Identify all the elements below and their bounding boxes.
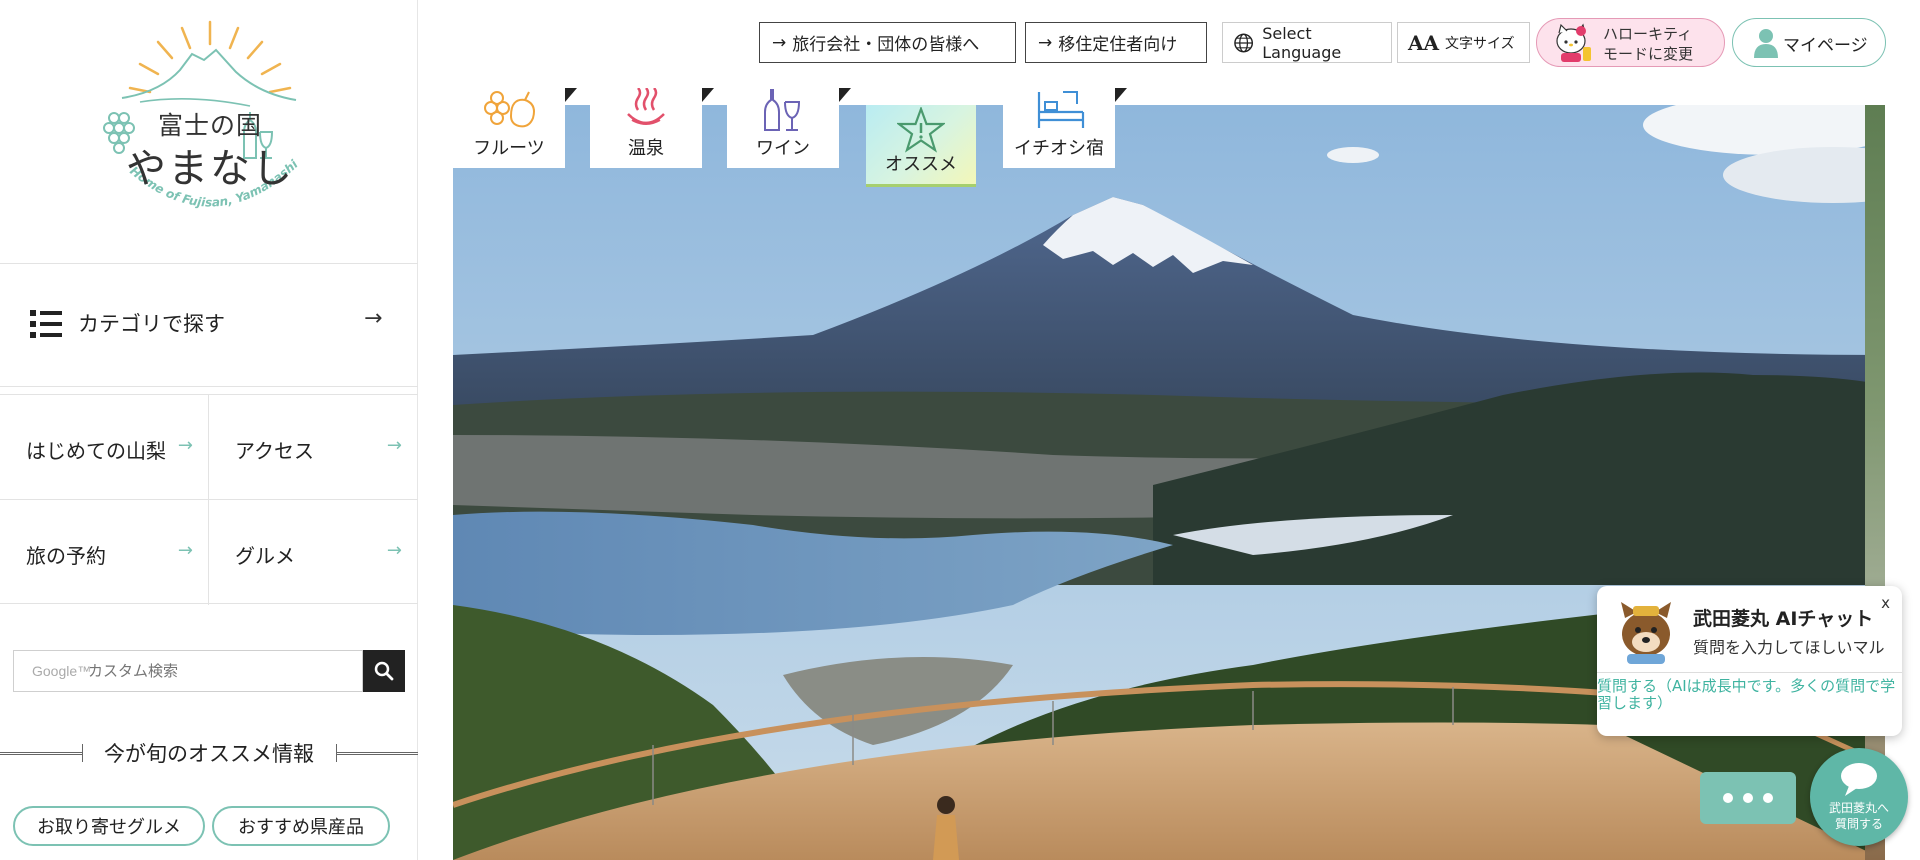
hello-kitty-icon <box>1556 23 1591 62</box>
ask-question-link[interactable]: 質問する（AIは成長中です。多くの質問で学習します） <box>1597 678 1902 712</box>
hero-next-slide-peek[interactable] <box>1865 105 1885 860</box>
hello-kitty-mode-button[interactable]: ハローキティ モードに変更 <box>1536 18 1725 67</box>
mount-fuji-photo <box>453 105 1885 860</box>
tab-fruits[interactable]: フルーツ <box>453 88 577 168</box>
divider <box>208 395 209 605</box>
search-button[interactable] <box>363 650 405 692</box>
language-label: Select Language <box>1262 23 1342 62</box>
dot <box>1743 793 1753 803</box>
nav-first-time[interactable]: はじめての山梨 → <box>0 395 209 499</box>
pill-mail-order-gourmet[interactable]: お取り寄せグルメ <box>13 806 205 846</box>
chat-bubble-label: 武田菱丸へ 質問する <box>1810 800 1908 832</box>
tab-corner <box>565 88 577 102</box>
text-size-button[interactable]: AA 文字サイズ <box>1397 22 1530 63</box>
divider <box>0 263 418 264</box>
search-field[interactable]: Google™ <box>13 650 363 692</box>
mypage-button[interactable]: マイページ <box>1732 18 1886 67</box>
arrow-right-icon: → <box>177 540 193 561</box>
star-icon <box>897 107 945 153</box>
category-label: カテゴリで探す <box>78 312 225 336</box>
divider <box>0 386 418 387</box>
season-section-heading: 今が旬のオススメ情報 <box>0 738 418 768</box>
chat-subtitle: 質問を入力してほしいマル <box>1693 638 1885 657</box>
select-language-button[interactable]: Select Language <box>1222 22 1392 63</box>
open-chat-button[interactable]: 武田菱丸へ 質問する <box>1810 748 1908 846</box>
user-icon <box>1754 29 1778 58</box>
pill-recommended-products[interactable]: おすすめ県産品 <box>212 806 390 846</box>
text-size-icon: AA <box>1408 30 1440 55</box>
dot <box>1723 793 1733 803</box>
divider <box>1597 672 1902 673</box>
arrow-right-icon: → <box>177 435 193 456</box>
arrow-right-icon: → <box>772 32 787 53</box>
chat-title: 武田菱丸 AIチャット <box>1693 608 1874 630</box>
ai-chat-card: 武田菱丸 AIチャット 質問を入力してほしいマル x 質問する（AIは成長中です… <box>1597 586 1902 736</box>
divider <box>0 499 418 500</box>
arrow-right-icon: → <box>386 435 402 456</box>
nav-label: はじめての山梨 <box>26 439 166 463</box>
speech-bubble-icon <box>1841 763 1877 796</box>
tab-label: イチオシ宿 <box>1014 138 1104 159</box>
tab-corner <box>702 88 714 102</box>
chat-bubble-line1: 武田菱丸へ <box>1828 801 1889 815</box>
typing-indicator <box>1700 772 1796 824</box>
tab-label: フルーツ <box>473 138 545 159</box>
text-size-label: 文字サイズ <box>1445 35 1515 52</box>
list-icon <box>30 310 62 338</box>
google-brand: Google™ <box>32 663 92 679</box>
bed-icon <box>1037 91 1085 128</box>
hot-spring-icon <box>627 88 665 125</box>
migration-link-button[interactable]: → 移住定住者向け <box>1025 22 1207 63</box>
mypage-label: マイページ <box>1783 36 1868 56</box>
tab-label: オススメ <box>885 154 957 175</box>
search-icon <box>374 661 394 681</box>
mascot-avatar <box>1621 602 1671 664</box>
tab-corner <box>1115 88 1127 102</box>
tab-recommended[interactable]: オススメ <box>866 105 976 187</box>
chat-bubble-line2: 質問する <box>1834 817 1883 831</box>
site-logo[interactable]: Home of Fujisan, Yamanashi 富士の国 やまなし <box>100 14 320 244</box>
kitty-mode-label: ハローキティ モードに変更 <box>1603 24 1693 64</box>
nav-reservation[interactable]: 旅の予約 → <box>0 500 209 604</box>
sidebar: Home of Fujisan, Yamanashi 富士の国 やまなし カテゴ… <box>0 0 418 860</box>
agency-link-button[interactable]: → 旅行会社・団体の皆様へ <box>759 22 1016 63</box>
close-chat-button[interactable]: x <box>1881 594 1890 612</box>
tab-hot-springs[interactable]: 温泉 <box>590 88 714 168</box>
season-title: 今が旬のオススメ情報 <box>104 742 314 766</box>
globe-icon <box>1234 33 1254 52</box>
tab-wine[interactable]: ワイン <box>727 88 851 168</box>
kitty-mode-line1: ハローキティ <box>1603 25 1693 43</box>
nav-access[interactable]: アクセス → <box>209 395 418 499</box>
fruit-icon <box>484 91 535 128</box>
dot <box>1763 793 1773 803</box>
nav-label: アクセス <box>235 439 314 463</box>
tab-label: 温泉 <box>628 138 664 159</box>
nav-label: グルメ <box>235 544 295 568</box>
nav-gourmet[interactable]: グルメ → <box>209 500 418 604</box>
wine-icon <box>764 89 801 131</box>
arrow-right-icon: → <box>364 306 383 331</box>
tab-corner <box>839 88 851 102</box>
nav-label: 旅の予約 <box>26 544 106 568</box>
migration-label: 移住定住者向け <box>1058 35 1178 55</box>
category-search-row[interactable]: カテゴリで探す → <box>0 268 418 382</box>
tab-label: ワイン <box>756 138 810 159</box>
tab-featured-inns[interactable]: イチオシ宿 <box>1003 88 1127 168</box>
kitty-mode-line2: モードに変更 <box>1603 45 1694 63</box>
arrow-right-icon: → <box>386 540 402 561</box>
agency-label: 旅行会社・団体の皆様へ <box>792 35 980 55</box>
logo-line2: やまなし <box>126 146 294 192</box>
quick-nav-grid: はじめての山梨 → アクセス → 旅の予約 → グルメ → <box>0 394 418 605</box>
arrow-right-icon: → <box>1038 32 1053 53</box>
hero-image[interactable] <box>453 105 1885 860</box>
